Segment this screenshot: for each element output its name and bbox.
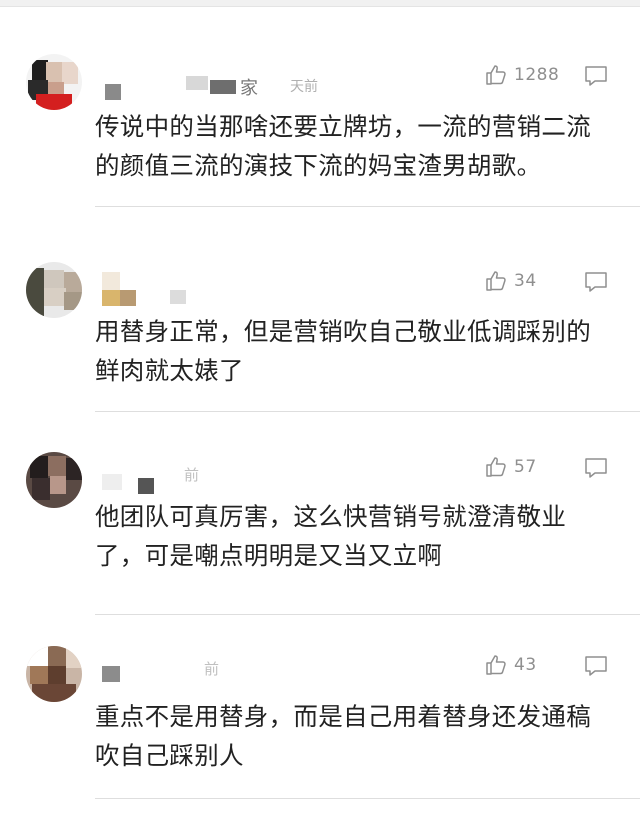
like-count: 43	[514, 655, 537, 675]
thumbs-up-icon	[486, 655, 506, 675]
comment-line: 重点不是用替身，而是自己用着替身还发通稿	[95, 702, 591, 731]
comment-line: 用替身正常，但是营销吹自己敬业低调踩别的	[95, 317, 591, 346]
avatar[interactable]	[26, 262, 82, 318]
comment-bubble-icon[interactable]	[583, 270, 609, 294]
like-count: 34	[514, 271, 537, 291]
username-mosaic[interactable]: 前	[100, 654, 360, 684]
comment-time: 前	[184, 466, 200, 484]
divider	[95, 798, 640, 799]
comment-bubble-icon[interactable]	[583, 654, 609, 678]
username-mosaic[interactable]: 前	[100, 460, 360, 494]
comment-line: 鲜肉就太婊了	[95, 356, 244, 385]
comment-time: 前	[204, 660, 220, 678]
avatar[interactable]	[26, 54, 82, 110]
comment-line: 的颜值三流的演技下流的妈宝渣男胡歌。	[95, 151, 542, 180]
like-button[interactable]: 43	[484, 652, 537, 678]
comment-time: 天前	[290, 79, 318, 95]
comment-bubble-icon[interactable]	[583, 456, 609, 480]
thumbs-up-icon	[486, 65, 506, 85]
top-edge-bar	[0, 0, 640, 7]
thumbs-up-icon	[486, 271, 506, 291]
thumbs-up-icon	[486, 457, 506, 477]
divider	[95, 614, 640, 615]
username-mosaic[interactable]	[100, 270, 360, 306]
divider	[95, 411, 640, 412]
like-button[interactable]: 1288	[484, 62, 559, 88]
username-mosaic[interactable]: 家 天前	[100, 62, 360, 100]
divider	[95, 206, 640, 207]
comment-bubble-icon[interactable]	[583, 64, 609, 88]
like-count: 57	[514, 457, 537, 477]
comment-line: 了，可是嘲点明明是又当又立啊	[95, 541, 443, 570]
comment-line: 吹自己踩别人	[95, 741, 244, 770]
comment-text: 传说中的当那啥还要立牌坊，一流的营销二流 的颜值三流的演技下流的妈宝渣男胡歌。	[95, 107, 615, 185]
comment-line: 他团队可真厉害，这么快营销号就澄清敬业	[95, 502, 567, 531]
comment-text: 重点不是用替身，而是自己用着替身还发通稿 吹自己踩别人	[95, 697, 615, 775]
avatar[interactable]	[26, 452, 82, 508]
comment-text: 用替身正常，但是营销吹自己敬业低调踩别的 鲜肉就太婊了	[95, 312, 615, 390]
comment-text: 他团队可真厉害，这么快营销号就澄清敬业 了，可是嘲点明明是又当又立啊	[95, 497, 615, 575]
username-fragment: 家	[240, 78, 258, 99]
like-button[interactable]: 34	[484, 268, 537, 294]
avatar[interactable]	[26, 646, 82, 702]
like-button[interactable]: 57	[484, 454, 537, 480]
like-count: 1288	[514, 65, 560, 85]
comment-line: 传说中的当那啥还要立牌坊，一流的营销二流	[95, 112, 591, 141]
